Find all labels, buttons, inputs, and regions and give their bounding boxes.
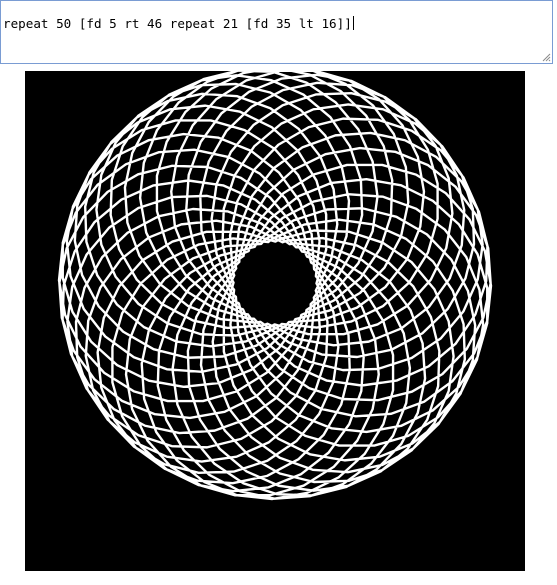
turtle-canvas bbox=[25, 71, 525, 571]
code-value: repeat 50 [fd 5 rt 46 repeat 21 [fd 35 l… bbox=[3, 16, 352, 31]
resize-grip-icon[interactable] bbox=[541, 52, 551, 62]
canvas-background bbox=[25, 71, 525, 571]
code-input[interactable]: repeat 50 [fd 5 rt 46 repeat 21 [fd 35 l… bbox=[0, 0, 553, 64]
logo-playground: repeat 50 [fd 5 rt 46 repeat 21 [fd 35 l… bbox=[0, 0, 557, 585]
turtle-drawing bbox=[25, 71, 525, 571]
text-caret bbox=[352, 16, 354, 30]
code-text[interactable]: repeat 50 [fd 5 rt 46 repeat 21 [fd 35 l… bbox=[3, 16, 354, 32]
